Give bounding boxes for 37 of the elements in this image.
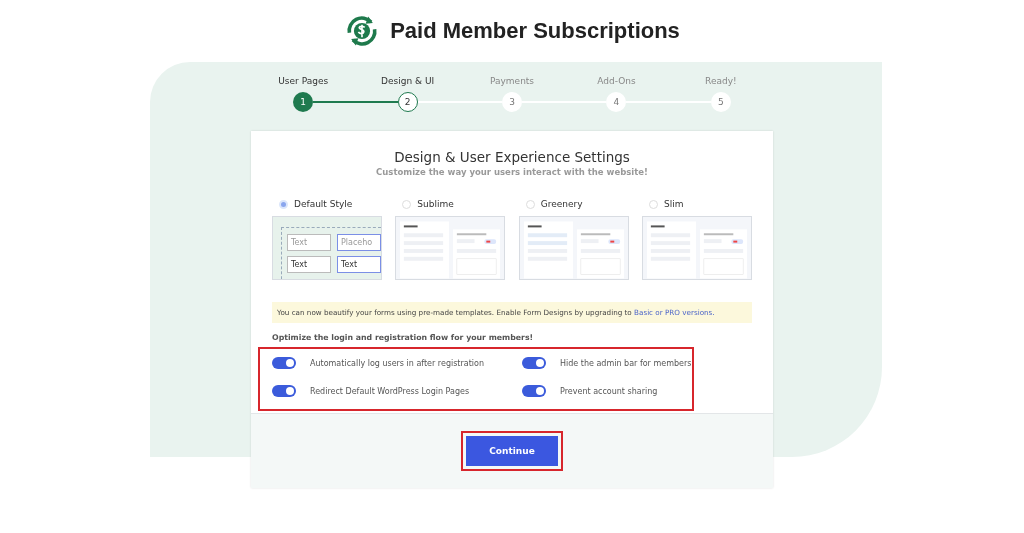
style-option[interactable]: Sublime (402, 199, 506, 209)
style-option[interactable]: Greenery (525, 199, 629, 209)
card-title: Design & User Experience Settings (393, 149, 631, 165)
radio-button[interactable] (525, 199, 535, 209)
radio-button[interactable] (649, 199, 658, 209)
toggle-switch[interactable] (272, 357, 296, 369)
style-label: Sublime (417, 199, 454, 209)
style-preview[interactable] (518, 216, 629, 280)
card-subtitle: Customize the way your users interact with the website! (375, 167, 649, 177)
preview-field: Text (287, 234, 331, 251)
preview-field: Text (287, 256, 331, 273)
toggle-switch[interactable] (522, 385, 546, 397)
step-label: Ready! (705, 76, 737, 88)
app-title: Paid Member Subscriptions (390, 18, 680, 44)
style-option[interactable]: Slim (649, 199, 752, 209)
style-label: Slim (664, 199, 684, 209)
style-option[interactable]: Default Style (279, 199, 382, 209)
toggle-switch[interactable] (272, 385, 296, 397)
step-label: User Pages (278, 76, 329, 88)
style-label: Default Style (294, 199, 353, 209)
radio-button[interactable] (402, 199, 412, 209)
continue-button[interactable]: Continue (466, 436, 558, 466)
toggle-label: Automatically log users in after registration (310, 358, 484, 368)
toggle-label: Hide the admin bar for members (560, 358, 692, 368)
style-preview[interactable]: Text Placeho Text Text (272, 216, 382, 280)
preview-field: Placeho (337, 234, 381, 251)
step-label: Payments (489, 76, 535, 88)
style-label: Greenery (540, 199, 583, 209)
toggle-label: Redirect Default WordPress Login Pages (310, 386, 470, 396)
step-label: Design & UI (381, 76, 435, 88)
style-preview[interactable] (395, 216, 506, 280)
toggle-label: Prevent account sharing (560, 386, 658, 396)
preview-field: Text (337, 256, 381, 273)
step-label: Add-Ons (597, 76, 636, 88)
toggle-switch[interactable] (522, 357, 546, 369)
radio-button[interactable] (279, 199, 288, 209)
style-preview[interactable] (642, 216, 752, 280)
